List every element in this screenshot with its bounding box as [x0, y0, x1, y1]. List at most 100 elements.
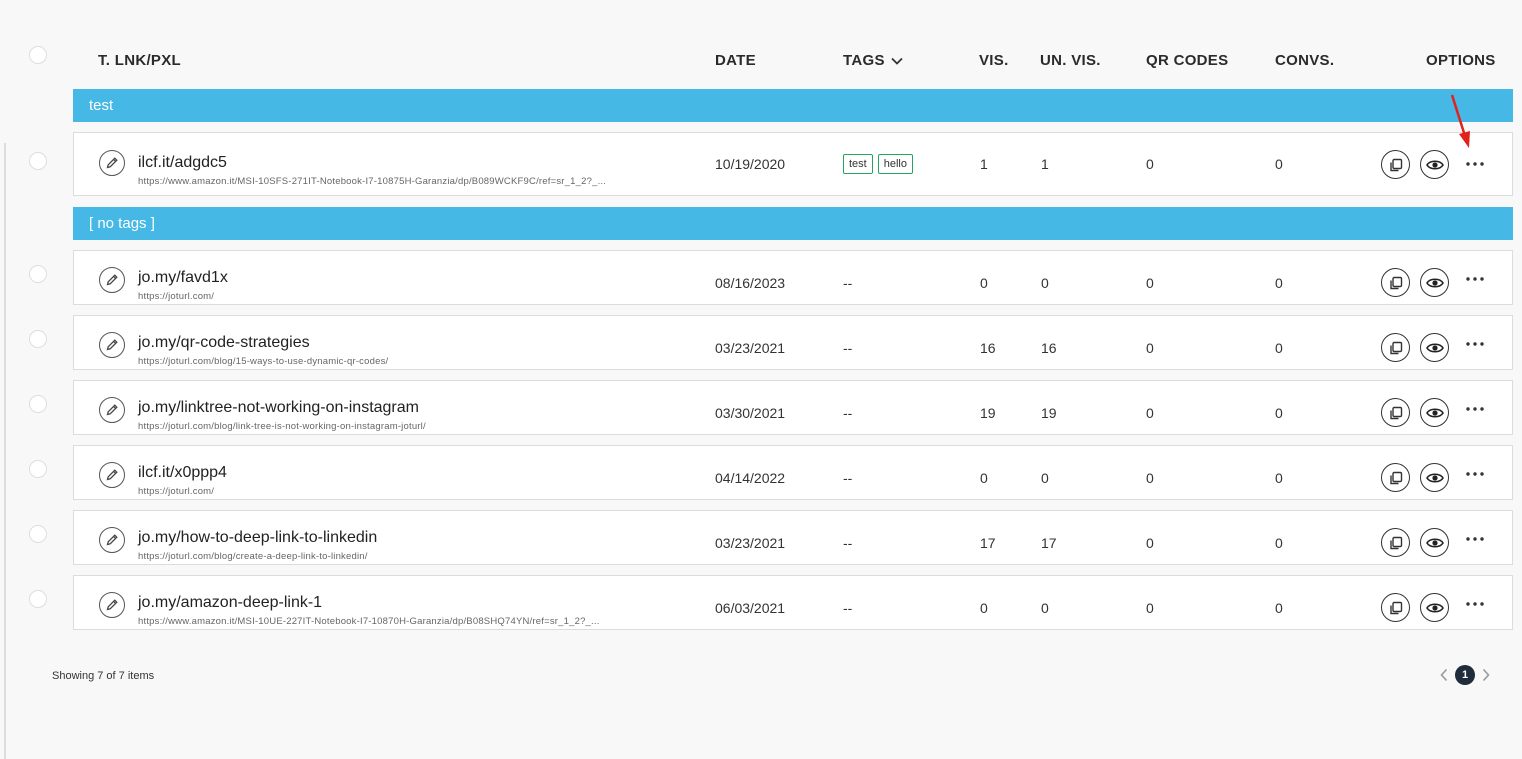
copy-button[interactable]	[1381, 398, 1410, 427]
more-options-icon	[1466, 472, 1484, 476]
copy-icon	[1389, 341, 1402, 354]
row-tags: --	[843, 275, 853, 291]
preview-button[interactable]	[1420, 333, 1449, 362]
row-checkbox[interactable]	[29, 265, 47, 283]
copy-icon	[1389, 276, 1402, 289]
copy-button[interactable]	[1381, 333, 1410, 362]
copy-icon	[1389, 158, 1402, 171]
row-tags: --	[843, 405, 853, 421]
row-checkbox[interactable]	[29, 590, 47, 608]
row-checkbox[interactable]	[29, 330, 47, 348]
column-header-tags[interactable]: TAGS	[843, 52, 903, 69]
page-number-current[interactable]: 1	[1455, 665, 1475, 685]
row-unique-visits: 0	[1041, 600, 1049, 616]
row-date: 06/03/2021	[715, 600, 786, 616]
edit-button[interactable]	[99, 397, 125, 423]
eye-icon	[1425, 342, 1444, 353]
row-unique-visits: 0	[1041, 275, 1049, 291]
more-options-button[interactable]	[1464, 272, 1486, 286]
annotation-arrow	[1450, 94, 1470, 148]
preview-button[interactable]	[1420, 593, 1449, 622]
preview-button[interactable]	[1420, 528, 1449, 557]
row-visits: 0	[980, 600, 988, 616]
edit-icon	[106, 157, 118, 169]
copy-button[interactable]	[1381, 150, 1410, 179]
items-count: Showing 7 of 7 items	[52, 670, 155, 682]
tag-badge[interactable]: test	[843, 154, 873, 174]
row-checkbox[interactable]	[29, 460, 47, 478]
row-conversions: 0	[1275, 535, 1283, 551]
row-tags: --	[843, 535, 853, 551]
row-tags: --	[843, 470, 853, 486]
link-destination-url: https://joturl.com/blog/create-a-deep-li…	[138, 551, 368, 562]
row-checkbox[interactable]	[29, 395, 47, 413]
preview-button[interactable]	[1420, 463, 1449, 492]
more-options-button[interactable]	[1464, 402, 1486, 416]
select-all-checkbox[interactable]	[29, 46, 47, 64]
link-name[interactable]: jo.my/qr-code-strategies	[138, 334, 310, 352]
link-name[interactable]: ilcf.it/adgdc5	[138, 154, 227, 172]
copy-button[interactable]	[1381, 268, 1410, 297]
edit-button[interactable]	[99, 592, 125, 618]
edit-button[interactable]	[99, 332, 125, 358]
link-name[interactable]: jo.my/amazon-deep-link-1	[138, 594, 322, 612]
column-header-conversions[interactable]: CONVS.	[1275, 52, 1334, 69]
more-options-icon	[1466, 277, 1484, 281]
preview-button[interactable]	[1420, 398, 1449, 427]
row-qr-codes: 0	[1146, 405, 1154, 421]
column-header-date[interactable]: DATE	[715, 52, 756, 69]
more-options-button[interactable]	[1464, 157, 1486, 171]
column-header-unique-visits[interactable]: UN. VIS.	[1040, 52, 1101, 69]
link-name[interactable]: jo.my/how-to-deep-link-to-linkedin	[138, 529, 377, 547]
row-qr-codes: 0	[1146, 600, 1154, 616]
link-destination-url: https://joturl.com/blog/15-ways-to-use-d…	[138, 356, 389, 367]
copy-icon	[1389, 601, 1402, 614]
tag-badge[interactable]: hello	[877, 154, 913, 174]
link-name[interactable]: jo.my/favd1x	[138, 269, 228, 287]
edit-button[interactable]	[99, 462, 125, 488]
edit-icon	[106, 404, 118, 416]
preview-button[interactable]	[1420, 150, 1449, 179]
edit-button[interactable]	[99, 150, 125, 176]
row-conversions: 0	[1275, 156, 1283, 172]
edit-button[interactable]	[99, 527, 125, 553]
link-destination-url: https://joturl.com/	[138, 486, 215, 497]
more-options-button[interactable]	[1464, 467, 1486, 481]
chevron-down-icon	[891, 57, 903, 65]
column-header-visits[interactable]: VIS.	[979, 52, 1009, 69]
edit-button[interactable]	[99, 267, 125, 293]
row-qr-codes: 0	[1146, 340, 1154, 356]
table-row: jo.my/amazon-deep-link-1 https://www.ama…	[73, 575, 1513, 630]
row-checkbox[interactable]	[29, 525, 47, 543]
left-divider	[4, 143, 6, 759]
link-destination-url: https://joturl.com/	[138, 291, 215, 302]
preview-button[interactable]	[1420, 268, 1449, 297]
column-header-qr-codes[interactable]: QR CODES	[1146, 52, 1228, 69]
link-name[interactable]: ilcf.it/x0ppp4	[138, 464, 227, 482]
more-options-icon	[1466, 537, 1484, 541]
more-options-button[interactable]	[1464, 597, 1486, 611]
row-date: 04/14/2022	[715, 470, 786, 486]
more-options-button[interactable]	[1464, 532, 1486, 546]
link-name[interactable]: jo.my/linktree-not-working-on-instagram	[138, 399, 419, 417]
row-qr-codes: 0	[1146, 156, 1154, 172]
row-conversions: 0	[1275, 405, 1283, 421]
row-qr-codes: 0	[1146, 470, 1154, 486]
copy-button[interactable]	[1381, 593, 1410, 622]
row-conversions: 0	[1275, 600, 1283, 616]
eye-icon	[1425, 159, 1444, 170]
edit-icon	[106, 339, 118, 351]
more-options-button[interactable]	[1464, 337, 1486, 351]
chevron-right-icon[interactable]	[1481, 668, 1491, 682]
row-unique-visits: 19	[1041, 405, 1057, 421]
row-unique-visits: 16	[1041, 340, 1057, 356]
column-header-link[interactable]: T. LNK/PXL	[98, 52, 181, 69]
chevron-left-icon[interactable]	[1439, 668, 1449, 682]
table-row: jo.my/linktree-not-working-on-instagram …	[73, 380, 1513, 435]
more-options-icon	[1466, 162, 1484, 166]
copy-button[interactable]	[1381, 463, 1410, 492]
row-visits: 0	[980, 275, 988, 291]
copy-button[interactable]	[1381, 528, 1410, 557]
row-checkbox[interactable]	[29, 152, 47, 170]
eye-icon	[1425, 472, 1444, 483]
